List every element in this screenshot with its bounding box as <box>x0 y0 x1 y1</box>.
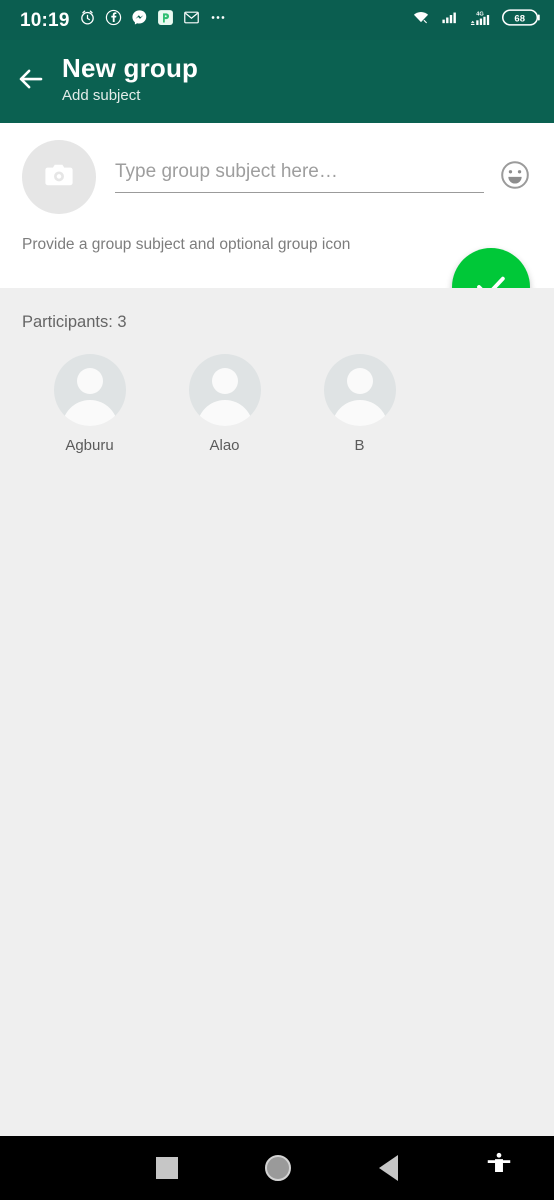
page-title: New group <box>62 53 199 84</box>
svg-text:4G: 4G <box>476 11 484 17</box>
more-notifications-icon <box>209 9 227 31</box>
avatar-head-shape <box>211 368 238 394</box>
avatar <box>53 354 126 426</box>
emoji-picker-button[interactable] <box>498 160 532 194</box>
participants-section: Participants: 3 Agburu Alao B <box>0 288 554 1136</box>
back-triangle-icon <box>378 1155 398 1181</box>
home-button[interactable] <box>223 1136 334 1200</box>
group-subject-input[interactable] <box>115 161 484 185</box>
list-item[interactable]: Alao <box>157 354 292 454</box>
participants-list: Agburu Alao B <box>0 332 554 454</box>
alarm-clock-icon <box>79 9 96 31</box>
camera-icon <box>42 158 76 197</box>
participant-name: Alao <box>209 437 240 454</box>
avatar <box>188 354 261 426</box>
group-subject-input-wrap <box>115 161 484 193</box>
signal-bars-4g-icon: 4G <box>468 9 493 31</box>
palette-app-icon <box>157 9 174 31</box>
status-bar-right: 4G 68 <box>411 8 540 32</box>
group-subject-row <box>0 123 554 214</box>
status-bar-clock: 10:19 <box>20 9 70 31</box>
participants-count-label: Participants: 3 <box>22 313 127 331</box>
home-circle-icon <box>264 1155 291 1181</box>
app-bar: New group Add subject <box>0 40 554 123</box>
gmail-icon <box>183 9 200 31</box>
recents-button[interactable] <box>112 1136 223 1200</box>
status-bar: 10:19 4G 68 <box>0 0 554 40</box>
group-subject-hint: Provide a group subject and optional gro… <box>22 236 351 253</box>
back-button[interactable] <box>0 40 62 123</box>
back-nav-button[interactable] <box>333 1136 444 1200</box>
signal-bars-icon <box>440 9 459 31</box>
battery-level-text: 68 <box>514 13 525 24</box>
list-item[interactable]: Agburu <box>22 354 157 454</box>
messenger-icon <box>131 9 148 31</box>
page-subtitle: Add subject <box>62 87 141 105</box>
participant-name: B <box>354 437 365 454</box>
avatar <box>323 354 396 426</box>
app-bar-titles: New group Add subject <box>62 53 198 109</box>
participant-name: Agburu <box>65 437 114 454</box>
avatar-head-shape <box>76 368 103 394</box>
facebook-icon <box>105 9 122 31</box>
accessibility-button[interactable] <box>444 1136 554 1200</box>
phone-screen: 10:19 4G 68 New group Add subject Type g… <box>0 0 554 1200</box>
avatar-body-shape <box>61 400 118 426</box>
system-navigation-bar <box>0 1136 554 1200</box>
battery-icon: 68 <box>501 8 540 32</box>
avatar-body-shape <box>196 400 253 426</box>
recents-square-icon <box>156 1157 179 1179</box>
accessibility-icon <box>486 1151 512 1186</box>
group-icon-picker-button[interactable] <box>22 140 96 214</box>
status-bar-left: 10:19 <box>20 9 411 31</box>
avatar-head-shape <box>346 368 373 394</box>
emoji-smiley-icon <box>499 159 531 196</box>
back-arrow-icon <box>16 64 46 99</box>
avatar-body-shape <box>331 400 388 426</box>
list-item[interactable]: B <box>292 354 427 454</box>
wifi-icon <box>411 9 431 31</box>
